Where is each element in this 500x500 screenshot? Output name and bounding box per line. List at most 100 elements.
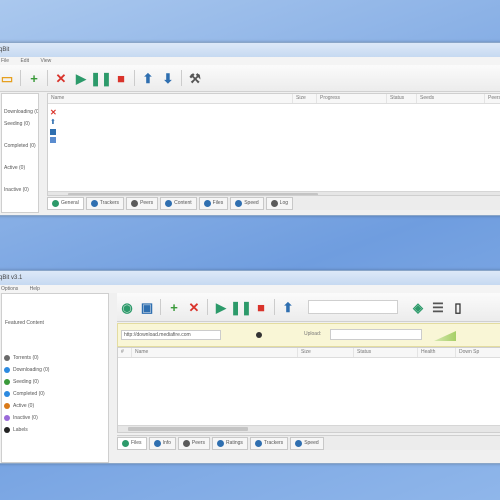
tab-icon [122, 439, 129, 447]
arrow-up-icon: ⬆ [282, 299, 294, 315]
category-icon [4, 355, 10, 361]
sidebar-category[interactable]: Seeding (0) [2, 376, 108, 388]
add-button[interactable]: + [164, 297, 184, 317]
category-label: Seeding (0) [13, 379, 39, 385]
sidebar-category[interactable]: Labels [2, 424, 108, 436]
category-label: Downloading (0) [13, 367, 50, 373]
category-label: Completed (0) [13, 391, 45, 397]
tab-label: Info [162, 440, 171, 446]
arrow-down-icon: ⬇ [162, 70, 174, 86]
bottom-list-header: # Name Size Status Health Down Sp [118, 348, 500, 358]
sidebar-category[interactable]: Completed (0) [2, 388, 108, 400]
info-field[interactable] [330, 329, 422, 340]
tab-log[interactable]: Log [265, 196, 294, 210]
tab-label: Speed [304, 440, 319, 446]
play-button[interactable]: ▶ [71, 68, 91, 88]
tab-label: Peers [191, 440, 205, 446]
bottom-toolbar: ◉ ▣ + ✕ ▶ ❚❚ ■ ⬆ ◈ ☰ ▯ [117, 293, 500, 322]
top-properties-tabs: General Trackers Peers Content Files Speed Log [47, 195, 500, 210]
top-sidebar: Downloading (0) Seeding (0) Completed (0… [1, 93, 39, 213]
arrow-up-button[interactable]: ⬆ [278, 297, 298, 317]
search-box[interactable] [308, 300, 398, 314]
column-status[interactable]: Status [354, 348, 418, 357]
sidebar-category[interactable]: Active (0) [2, 400, 108, 412]
bottom-list-scrollbar[interactable] [118, 425, 500, 432]
menu-view[interactable]: View [40, 58, 51, 64]
bottom-window-title: qBit v3.1 [0, 271, 500, 285]
create-button[interactable]: ▣ [137, 297, 157, 317]
sidebar-category[interactable]: Torrents (0) [2, 352, 108, 364]
tab-files[interactable]: Files [117, 436, 147, 450]
category-downloading[interactable]: Downloading (0) [2, 106, 38, 118]
menu-help[interactable]: Help [30, 286, 40, 292]
folder-button[interactable]: ▭ [0, 68, 17, 88]
rss-button[interactable]: ◈ [408, 297, 428, 317]
tab-info[interactable]: Info [148, 436, 176, 450]
arrow-up-button[interactable]: ⬆ [138, 68, 158, 88]
delete-button[interactable]: ✕ [184, 297, 204, 317]
sidebar-category[interactable]: Downloading (0) [2, 364, 108, 376]
column-progress[interactable]: Progress [317, 94, 387, 103]
tab-label: Speed [244, 200, 259, 206]
column-name[interactable]: Name [48, 94, 293, 103]
info-link[interactable]: http://download.mediafire.com [121, 330, 221, 340]
stop-button[interactable]: ■ [111, 68, 131, 88]
play-icon: ▶ [76, 70, 86, 86]
tab-label: Files [212, 200, 224, 206]
category-inactive[interactable]: Inactive (0) [2, 184, 38, 196]
column-status[interactable]: Status [387, 94, 417, 103]
tab-speed[interactable]: Speed [290, 436, 324, 450]
tab-trackers[interactable]: Trackers [249, 436, 289, 450]
category-seeding[interactable]: Seeding (0) [2, 118, 38, 130]
toolbar-separator [20, 70, 21, 86]
error-icon: ✕ [50, 108, 57, 117]
tab-content[interactable]: Content [160, 196, 197, 210]
play-button[interactable]: ▶ [211, 297, 231, 317]
tab-ratings[interactable]: Ratings [211, 436, 248, 450]
pause-button[interactable]: ❚❚ [90, 68, 112, 88]
tab-trackers[interactable]: Trackers [85, 196, 125, 210]
delete-button[interactable]: ✕ [51, 68, 71, 88]
tab-label: General [61, 200, 79, 206]
menu-edit[interactable]: Edit [20, 58, 29, 64]
column-down-speed[interactable]: Down Sp [456, 348, 500, 357]
column-peers[interactable]: Peers [485, 94, 500, 103]
add-button[interactable]: + [24, 68, 44, 88]
phone-button[interactable]: ▯ [448, 297, 468, 317]
category-icon [4, 367, 10, 373]
tab-label: Trackers [263, 440, 284, 446]
tab-speed[interactable]: Speed [230, 196, 264, 210]
tab-icon [235, 199, 243, 207]
menu-options[interactable]: Options [1, 286, 18, 292]
category-completed[interactable]: Completed (0) [2, 140, 38, 152]
tab-peers[interactable]: Peers [177, 436, 210, 450]
column-name[interactable]: Name [132, 348, 298, 357]
tab-icon [153, 439, 161, 447]
arrow-down-button[interactable]: ⬇ [158, 68, 178, 88]
menu-file[interactable]: File [1, 58, 9, 64]
category-icon [4, 427, 10, 433]
column-number[interactable]: # [118, 348, 132, 357]
tab-peers[interactable]: Peers [126, 196, 159, 210]
tab-files[interactable]: Files [198, 196, 229, 210]
phone-icon: ▯ [454, 299, 462, 315]
tab-label: Peers [140, 200, 154, 206]
column-size[interactable]: Size [293, 94, 317, 103]
category-active[interactable]: Active (0) [2, 162, 38, 174]
sidebar-category[interactable]: Inactive (0) [2, 412, 108, 424]
column-seeds[interactable]: Seeds [417, 94, 485, 103]
featured-content-link[interactable]: Featured Content [5, 320, 108, 326]
play-icon: ▶ [216, 299, 226, 315]
column-health[interactable]: Health [418, 348, 456, 357]
search-input[interactable] [309, 301, 397, 311]
category-icon [4, 391, 10, 397]
stop-button[interactable]: ■ [251, 297, 271, 317]
scrollbar-thumb[interactable] [128, 427, 248, 431]
pause-button[interactable]: ❚❚ [230, 297, 252, 317]
list-button[interactable]: ☰ [428, 297, 448, 317]
tools-button[interactable]: ⚒ [185, 68, 205, 88]
upload-icon: ⬆ [50, 119, 56, 126]
add-link-button[interactable]: ◉ [117, 297, 137, 317]
tab-general[interactable]: General [47, 196, 84, 210]
column-size[interactable]: Size [298, 348, 354, 357]
